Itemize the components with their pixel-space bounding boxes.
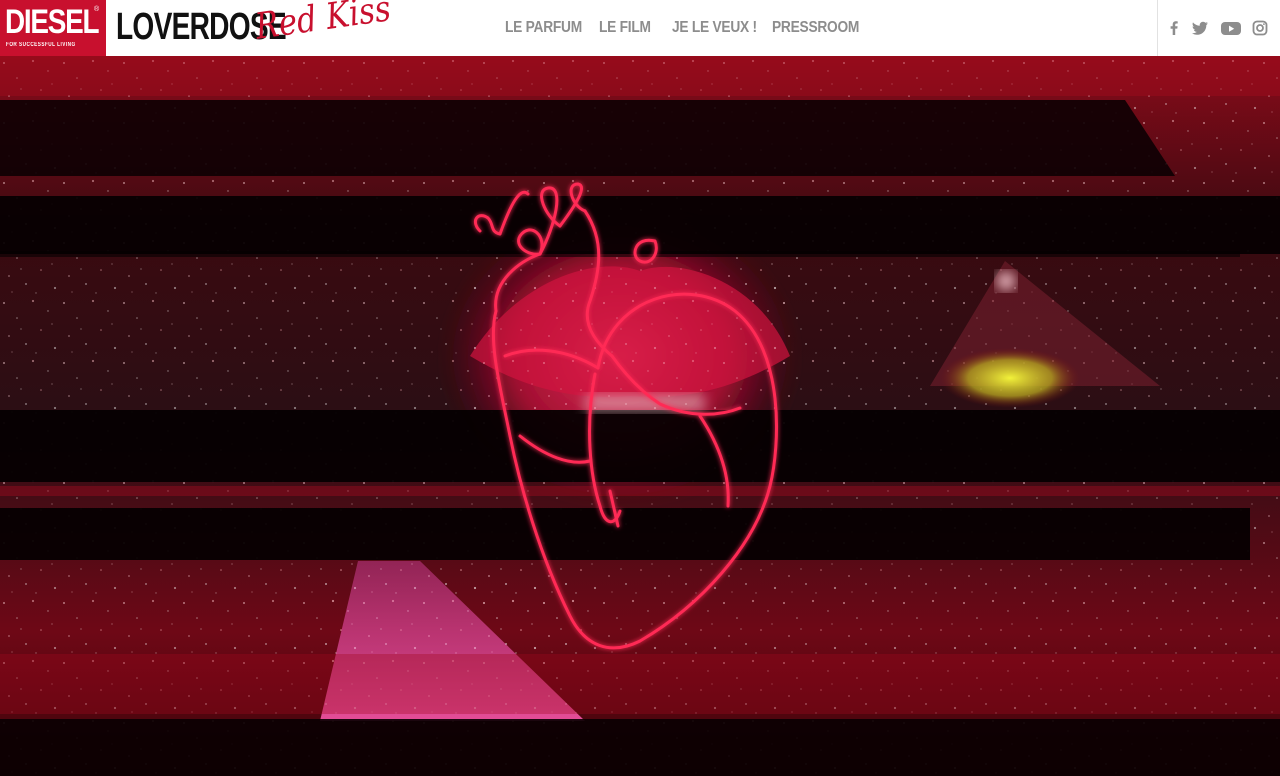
diesel-logo-word: DIESEL	[5, 3, 100, 41]
nav-le-parfum[interactable]: LE PARFUM	[505, 17, 582, 39]
nav-je-le-veux[interactable]: JE LE VEUX !	[672, 17, 757, 39]
registered-mark: ®	[94, 6, 100, 13]
nav-pressroom[interactable]: PRESSROOM	[772, 17, 859, 39]
facebook-icon[interactable]	[1168, 18, 1180, 38]
site-header: DIESEL ® FOR SUCCESSFUL LIVING LOVERDOSE…	[0, 0, 1280, 56]
brand-script-subtitle: Red Kiss	[252, 0, 394, 48]
social-divider	[1157, 0, 1158, 56]
instagram-icon[interactable]	[1251, 18, 1269, 38]
twitter-icon[interactable]	[1190, 18, 1210, 38]
diesel-logo[interactable]: DIESEL ® FOR SUCCESSFUL LIVING	[0, 0, 106, 56]
hero-artwork	[0, 56, 1280, 776]
hero-video[interactable]	[0, 56, 1280, 776]
nav-le-film[interactable]: LE FILM	[599, 17, 651, 39]
diesel-tagline: FOR SUCCESSFUL LIVING	[6, 42, 76, 48]
youtube-icon[interactable]	[1220, 18, 1242, 38]
